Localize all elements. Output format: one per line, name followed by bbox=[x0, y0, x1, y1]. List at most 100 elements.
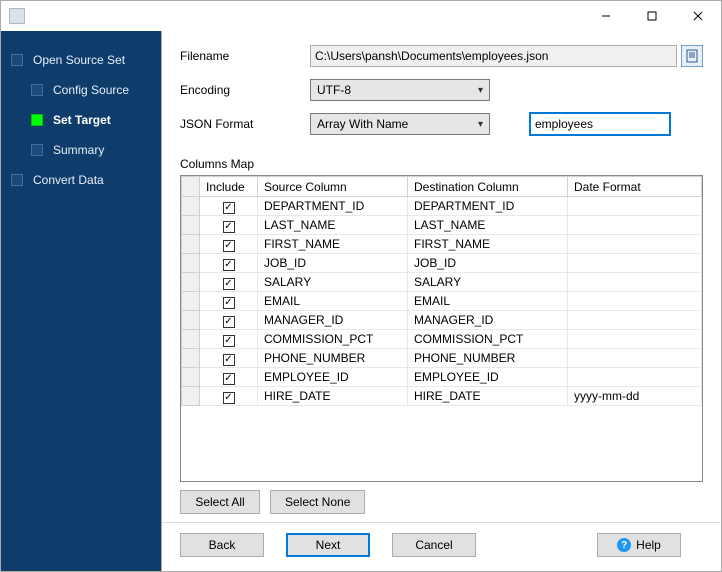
nav-item-open-source-set[interactable]: Open Source Set bbox=[1, 45, 161, 75]
include-cell[interactable]: ✓ bbox=[200, 349, 258, 368]
source-cell[interactable]: MANAGER_ID bbox=[258, 311, 408, 330]
select-none-button[interactable]: Select None bbox=[270, 490, 365, 514]
include-checkbox[interactable]: ✓ bbox=[223, 354, 235, 366]
help-button[interactable]: ? Help bbox=[597, 533, 681, 557]
date-cell[interactable] bbox=[568, 235, 702, 254]
date-cell[interactable] bbox=[568, 330, 702, 349]
source-cell[interactable]: COMMISSION_PCT bbox=[258, 330, 408, 349]
include-checkbox[interactable]: ✓ bbox=[223, 335, 235, 347]
source-cell[interactable]: LAST_NAME bbox=[258, 216, 408, 235]
table-row[interactable]: ✓ LAST_NAMELAST_NAME bbox=[182, 216, 702, 235]
table-row[interactable]: ✓ FIRST_NAMEFIRST_NAME bbox=[182, 235, 702, 254]
columns-table[interactable]: Include Source Column Destination Column… bbox=[181, 176, 702, 406]
table-row[interactable]: ✓ SALARYSALARY bbox=[182, 273, 702, 292]
source-cell[interactable]: FIRST_NAME bbox=[258, 235, 408, 254]
dest-cell[interactable]: EMAIL bbox=[408, 292, 568, 311]
include-cell[interactable]: ✓ bbox=[200, 235, 258, 254]
include-checkbox[interactable]: ✓ bbox=[223, 259, 235, 271]
nav-item-summary[interactable]: Summary bbox=[1, 135, 161, 165]
table-row[interactable]: ✓ EMPLOYEE_IDEMPLOYEE_ID bbox=[182, 368, 702, 387]
maximize-button[interactable] bbox=[629, 1, 675, 31]
date-cell[interactable]: yyyy-mm-dd bbox=[568, 387, 702, 406]
row-header[interactable] bbox=[182, 254, 200, 273]
dest-cell[interactable]: DEPARTMENT_ID bbox=[408, 197, 568, 216]
encoding-select[interactable]: UTF-8 ▾ bbox=[310, 79, 490, 101]
col-date[interactable]: Date Format bbox=[568, 177, 702, 197]
row-header[interactable] bbox=[182, 235, 200, 254]
row-header[interactable] bbox=[182, 349, 200, 368]
row-header[interactable] bbox=[182, 368, 200, 387]
minimize-button[interactable] bbox=[583, 1, 629, 31]
source-cell[interactable]: JOB_ID bbox=[258, 254, 408, 273]
row-header[interactable] bbox=[182, 387, 200, 406]
nav-item-set-target[interactable]: Set Target bbox=[1, 105, 161, 135]
table-row[interactable]: ✓HIRE_DATEHIRE_DATEyyyy-mm-dd bbox=[182, 387, 702, 406]
include-cell[interactable]: ✓ bbox=[200, 216, 258, 235]
include-checkbox[interactable]: ✓ bbox=[223, 392, 235, 404]
col-source[interactable]: Source Column bbox=[258, 177, 408, 197]
dest-cell[interactable]: HIRE_DATE bbox=[408, 387, 568, 406]
dest-cell[interactable]: LAST_NAME bbox=[408, 216, 568, 235]
date-cell[interactable] bbox=[568, 311, 702, 330]
source-cell[interactable]: DEPARTMENT_ID bbox=[258, 197, 408, 216]
include-checkbox[interactable]: ✓ bbox=[223, 278, 235, 290]
source-cell[interactable]: PHONE_NUMBER bbox=[258, 349, 408, 368]
table-row[interactable]: ✓ DEPARTMENT_IDDEPARTMENT_ID bbox=[182, 197, 702, 216]
table-row[interactable]: ✓ PHONE_NUMBERPHONE_NUMBER bbox=[182, 349, 702, 368]
dest-cell[interactable]: JOB_ID bbox=[408, 254, 568, 273]
dest-cell[interactable]: MANAGER_ID bbox=[408, 311, 568, 330]
include-cell[interactable]: ✓ bbox=[200, 273, 258, 292]
table-row[interactable]: ✓ MANAGER_IDMANAGER_ID bbox=[182, 311, 702, 330]
include-cell[interactable]: ✓ bbox=[200, 292, 258, 311]
dest-cell[interactable]: EMPLOYEE_ID bbox=[408, 368, 568, 387]
filename-input[interactable] bbox=[310, 45, 677, 67]
date-cell[interactable] bbox=[568, 292, 702, 311]
table-row[interactable]: ✓ JOB_IDJOB_ID bbox=[182, 254, 702, 273]
include-checkbox[interactable]: ✓ bbox=[223, 221, 235, 233]
include-checkbox[interactable]: ✓ bbox=[223, 316, 235, 328]
include-cell[interactable]: ✓ bbox=[200, 197, 258, 216]
date-cell[interactable] bbox=[568, 273, 702, 292]
next-button[interactable]: Next bbox=[286, 533, 370, 557]
include-checkbox[interactable]: ✓ bbox=[223, 373, 235, 385]
date-cell[interactable] bbox=[568, 197, 702, 216]
json-format-select[interactable]: Array With Name ▾ bbox=[310, 113, 490, 135]
include-cell[interactable]: ✓ bbox=[200, 254, 258, 273]
date-cell[interactable] bbox=[568, 216, 702, 235]
source-cell[interactable]: SALARY bbox=[258, 273, 408, 292]
dest-cell[interactable]: PHONE_NUMBER bbox=[408, 349, 568, 368]
include-cell[interactable]: ✓ bbox=[200, 368, 258, 387]
row-header[interactable] bbox=[182, 197, 200, 216]
include-checkbox[interactable]: ✓ bbox=[223, 297, 235, 309]
array-name-input[interactable] bbox=[530, 113, 670, 135]
col-include[interactable]: Include bbox=[200, 177, 258, 197]
dest-cell[interactable]: SALARY bbox=[408, 273, 568, 292]
nav-item-convert-data[interactable]: Convert Data bbox=[1, 165, 161, 195]
close-button[interactable] bbox=[675, 1, 721, 31]
date-cell[interactable] bbox=[568, 349, 702, 368]
date-cell[interactable] bbox=[568, 254, 702, 273]
table-row[interactable]: ✓ EMAILEMAIL bbox=[182, 292, 702, 311]
nav-item-config-source[interactable]: Config Source bbox=[1, 75, 161, 105]
back-button[interactable]: Back bbox=[180, 533, 264, 557]
cancel-button[interactable]: Cancel bbox=[392, 533, 476, 557]
row-header[interactable] bbox=[182, 311, 200, 330]
date-cell[interactable] bbox=[568, 368, 702, 387]
source-cell[interactable]: EMPLOYEE_ID bbox=[258, 368, 408, 387]
dest-cell[interactable]: COMMISSION_PCT bbox=[408, 330, 568, 349]
col-dest[interactable]: Destination Column bbox=[408, 177, 568, 197]
table-row[interactable]: ✓ COMMISSION_PCTCOMMISSION_PCT bbox=[182, 330, 702, 349]
include-cell[interactable]: ✓ bbox=[200, 311, 258, 330]
include-cell[interactable]: ✓ bbox=[200, 330, 258, 349]
select-all-button[interactable]: Select All bbox=[180, 490, 260, 514]
browse-button[interactable] bbox=[681, 45, 703, 67]
row-header[interactable] bbox=[182, 292, 200, 311]
include-checkbox[interactable]: ✓ bbox=[223, 240, 235, 252]
source-cell[interactable]: EMAIL bbox=[258, 292, 408, 311]
include-checkbox[interactable]: ✓ bbox=[223, 202, 235, 214]
dest-cell[interactable]: FIRST_NAME bbox=[408, 235, 568, 254]
source-cell[interactable]: HIRE_DATE bbox=[258, 387, 408, 406]
row-header[interactable] bbox=[182, 330, 200, 349]
row-header[interactable] bbox=[182, 216, 200, 235]
include-cell[interactable]: ✓ bbox=[200, 387, 258, 406]
